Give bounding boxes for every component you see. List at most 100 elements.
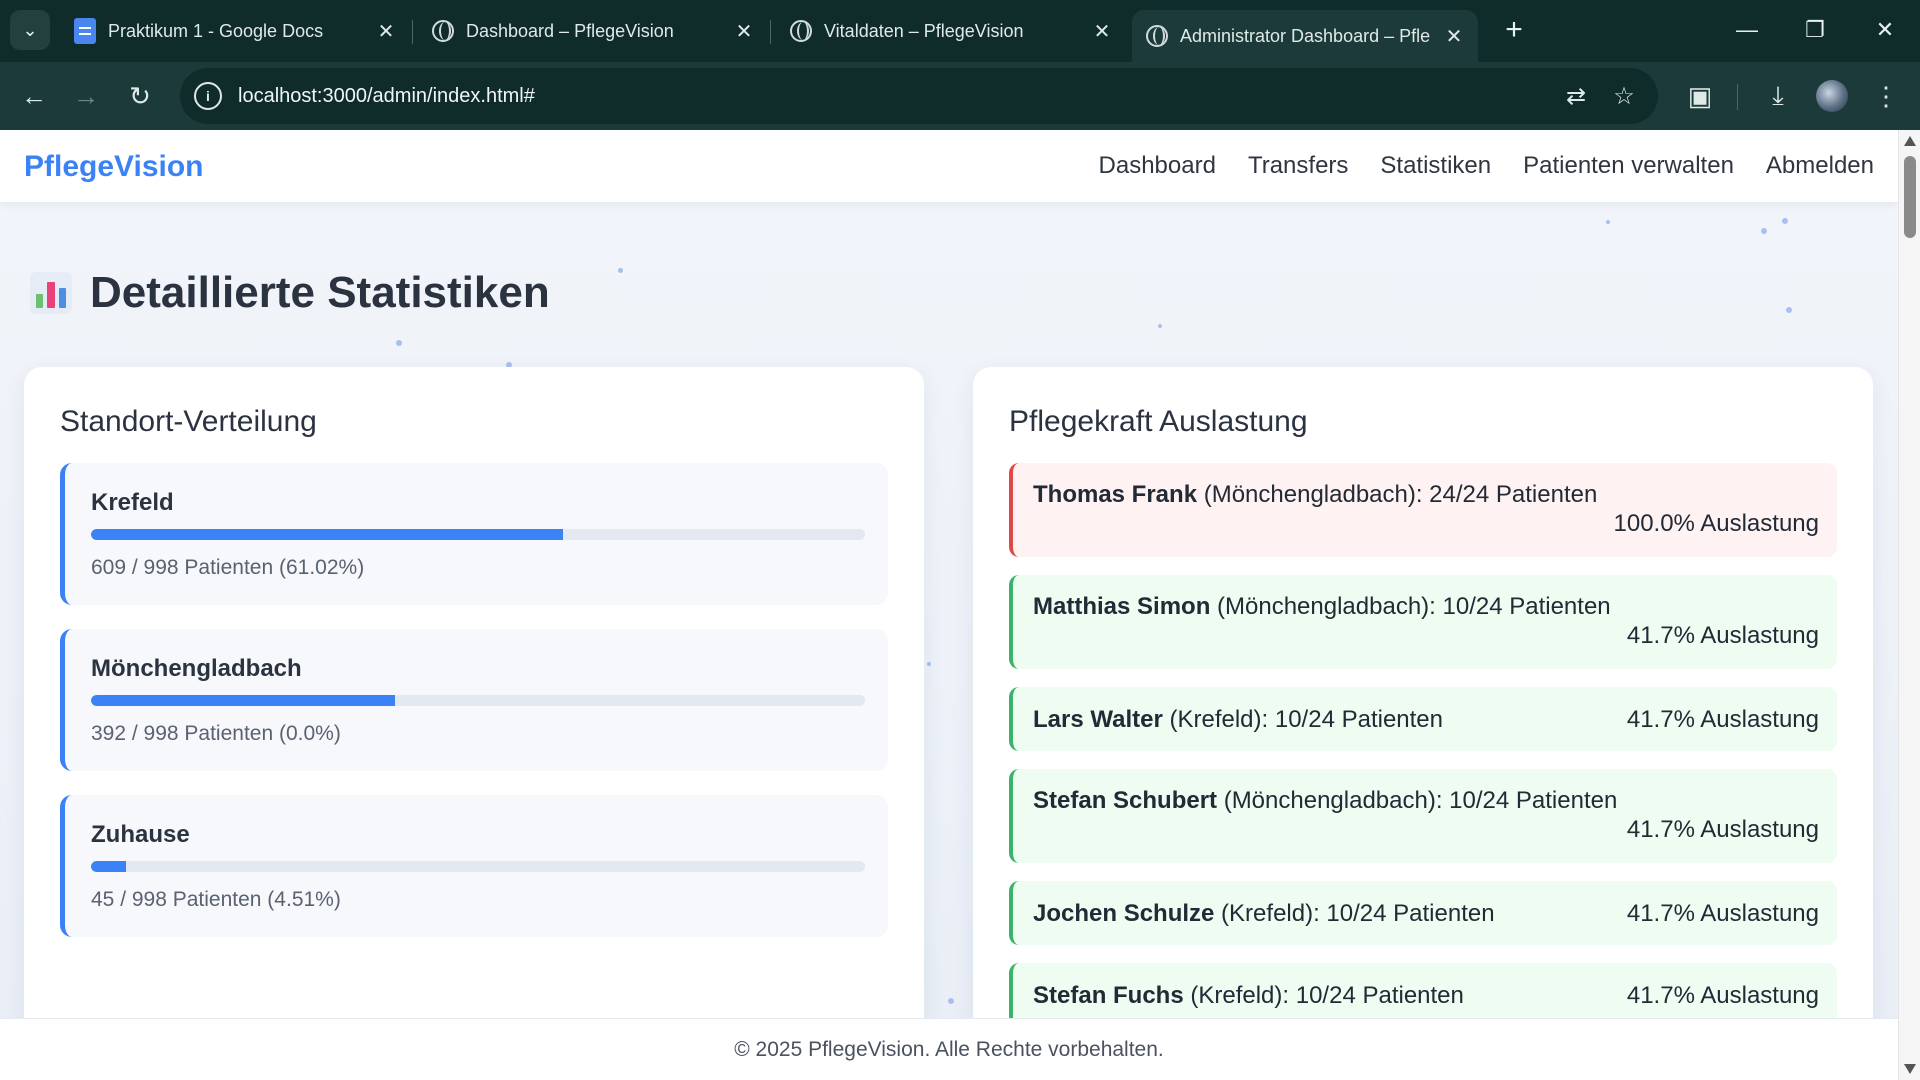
browser-toolbar: ← → ↻ i localhost:3000/admin/index.html#… <box>0 62 1920 130</box>
nurse-name: Jochen Schulze <box>1033 900 1215 927</box>
download-icon: ⤓ <box>1772 80 1784 110</box>
globe-icon <box>432 20 454 42</box>
nurse-summary: Stefan Schubert (Mönchengladbach): 10/24… <box>1033 787 1617 815</box>
downloads-button[interactable]: ⤓ <box>1756 74 1800 118</box>
location-name: Zuhause <box>91 821 190 848</box>
minimize-button[interactable]: — <box>1720 8 1774 52</box>
more-vertical-icon: ⋮ <box>1873 80 1899 111</box>
restore-button[interactable]: ❐ <box>1788 8 1842 52</box>
standort-verteilung-card: Standort-Verteilung Krefeld 609 / 998 Pa… <box>24 367 924 1080</box>
location-progress-track <box>91 861 865 872</box>
nurse-load: 41.7% Auslastung <box>1626 816 1819 843</box>
arrow-left-icon: ← <box>21 80 47 111</box>
nurse-detail: (Krefeld): 10/24 Patienten <box>1214 900 1495 927</box>
location-item-zuhause: Zuhause 45 / 998 Patienten (4.51%) <box>60 795 888 937</box>
decorative-dot <box>618 268 623 273</box>
nurse-detail: (Krefeld): 10/24 Patienten <box>1162 706 1443 733</box>
reload-button[interactable]: ↻ <box>118 74 162 118</box>
nurse-item: Matthias Simon (Mönchengladbach): 10/24 … <box>1009 575 1837 669</box>
nav-transfers[interactable]: Transfers <box>1248 152 1348 180</box>
scroll-up-arrow-icon[interactable] <box>1904 136 1916 146</box>
location-progress-fill <box>91 861 126 872</box>
address-bar[interactable]: i localhost:3000/admin/index.html# ⇄ ☆ <box>180 68 1658 124</box>
footer-copyright: © 2025 PflegeVision. Alle Rechte vorbeha… <box>734 1037 1164 1061</box>
nurse-name: Thomas Frank <box>1033 481 1198 508</box>
plus-icon: + <box>1505 13 1523 46</box>
tab-title: Dashboard – PflegeVision <box>466 20 674 41</box>
page-heading: Detaillierte Statistiken <box>30 268 550 318</box>
page-scrollbar[interactable] <box>1898 130 1920 1080</box>
site-footer: © 2025 PflegeVision. Alle Rechte vorbeha… <box>0 1018 1898 1080</box>
nav-statistiken[interactable]: Statistiken <box>1380 152 1491 180</box>
new-tab-button[interactable]: + <box>1494 10 1534 50</box>
decorative-dot <box>1786 307 1792 313</box>
browser-menu-button[interactable]: ⋮ <box>1864 74 1908 118</box>
nurse-name: Matthias Simon <box>1033 593 1211 620</box>
nurse-detail: (Mönchengladbach): 10/24 Patienten <box>1217 787 1618 814</box>
browser-tab-admin-dashboard[interactable]: Administrator Dashboard – Pfle ✕ <box>1132 10 1478 62</box>
browser-tab-google-docs[interactable]: Praktikum 1 - Google Docs ✕ <box>60 10 410 52</box>
tab-title: Vitaldaten – PflegeVision <box>824 20 1024 41</box>
nav-dashboard[interactable]: Dashboard <box>1099 152 1216 180</box>
close-window-button[interactable]: ✕ <box>1858 8 1912 52</box>
translate-icon[interactable]: ⇄ <box>1556 76 1596 116</box>
close-icon: ✕ <box>1875 17 1895 42</box>
scroll-down-arrow-icon[interactable] <box>1904 1064 1916 1074</box>
close-icon[interactable]: ✕ <box>734 19 754 44</box>
location-progress-fill <box>91 695 396 706</box>
nurse-summary: Lars Walter (Krefeld): 10/24 Patienten <box>1033 706 1443 734</box>
close-icon[interactable]: ✕ <box>376 19 396 44</box>
nav-abmelden[interactable]: Abmelden <box>1766 152 1874 180</box>
nurse-item: Stefan Schubert (Mönchengladbach): 10/24… <box>1009 769 1837 863</box>
close-icon[interactable]: ✕ <box>1444 24 1464 49</box>
forward-button[interactable]: → <box>64 74 108 118</box>
pflegekraft-auslastung-card: Pflegekraft Auslastung Thomas Frank (Mön… <box>973 367 1873 1080</box>
toolbar-separator <box>1737 84 1738 110</box>
page-viewport: PflegeVision Dashboard Transfers Statist… <box>0 130 1920 1080</box>
nurse-summary: Jochen Schulze (Krefeld): 10/24 Patiente… <box>1033 900 1495 928</box>
bar-chart-icon <box>30 272 72 314</box>
nurse-item: Thomas Frank (Mönchengladbach): 24/24 Pa… <box>1009 463 1837 557</box>
nurse-load: 41.7% Auslastung <box>1626 982 1819 1009</box>
nurse-load: 41.7% Auslastung <box>1626 622 1819 649</box>
nurse-item: Jochen Schulze (Krefeld): 10/24 Patiente… <box>1009 881 1837 945</box>
extensions-button[interactable]: ▣ <box>1678 74 1722 118</box>
minimize-icon: — <box>1736 17 1758 42</box>
browser-tab-dashboard[interactable]: Dashboard – PflegeVision ✕ <box>418 10 768 52</box>
location-item-moenchengladbach: Mönchengladbach 392 / 998 Patienten (0.0… <box>60 629 888 771</box>
scrollbar-thumb[interactable] <box>1904 156 1916 238</box>
card-title: Pflegekraft Auslastung <box>1009 405 1308 438</box>
globe-icon <box>1146 25 1168 47</box>
nurse-item: Lars Walter (Krefeld): 10/24 Patienten 4… <box>1009 687 1837 751</box>
decorative-dot <box>1606 220 1610 224</box>
nav-patienten-verwalten[interactable]: Patienten verwalten <box>1523 152 1734 180</box>
nurse-name: Lars Walter <box>1033 706 1163 733</box>
arrow-right-icon: → <box>73 80 99 111</box>
address-bar-url[interactable]: localhost:3000/admin/index.html# <box>238 85 535 108</box>
location-name: Mönchengladbach <box>91 655 302 682</box>
nurse-load: 41.7% Auslastung <box>1626 706 1819 733</box>
location-progress-fill <box>91 529 564 540</box>
site-logo[interactable]: PflegeVision <box>24 150 204 184</box>
browser-tab-vitaldaten[interactable]: Vitaldaten – PflegeVision ✕ <box>776 10 1126 52</box>
tab-title: Praktikum 1 - Google Docs <box>108 20 324 41</box>
location-count: 392 / 998 Patienten (0.0%) <box>91 722 341 745</box>
decorative-dot <box>927 662 931 666</box>
tab-separator <box>412 20 413 44</box>
globe-icon <box>790 20 812 42</box>
nurse-detail: (Mönchengladbach): 10/24 Patienten <box>1210 593 1611 620</box>
location-item-krefeld: Krefeld 609 / 998 Patienten (61.02%) <box>60 463 888 605</box>
decorative-dot <box>1761 228 1767 234</box>
location-progress-track <box>91 529 865 540</box>
close-icon[interactable]: ✕ <box>1092 19 1112 44</box>
back-button[interactable]: ← <box>12 74 56 118</box>
site-info-icon[interactable]: i <box>194 82 222 110</box>
profile-avatar[interactable] <box>1816 80 1848 112</box>
nurse-name: Stefan Schubert <box>1033 787 1218 814</box>
reload-icon: ↻ <box>129 80 151 111</box>
bookmark-star-icon[interactable]: ☆ <box>1604 76 1644 116</box>
chevron-down-icon: ⌄ <box>22 19 38 40</box>
nurse-load: 41.7% Auslastung <box>1626 900 1819 927</box>
tab-search-button[interactable]: ⌄ <box>10 10 50 50</box>
nurse-summary: Stefan Fuchs (Krefeld): 10/24 Patienten <box>1033 982 1464 1010</box>
